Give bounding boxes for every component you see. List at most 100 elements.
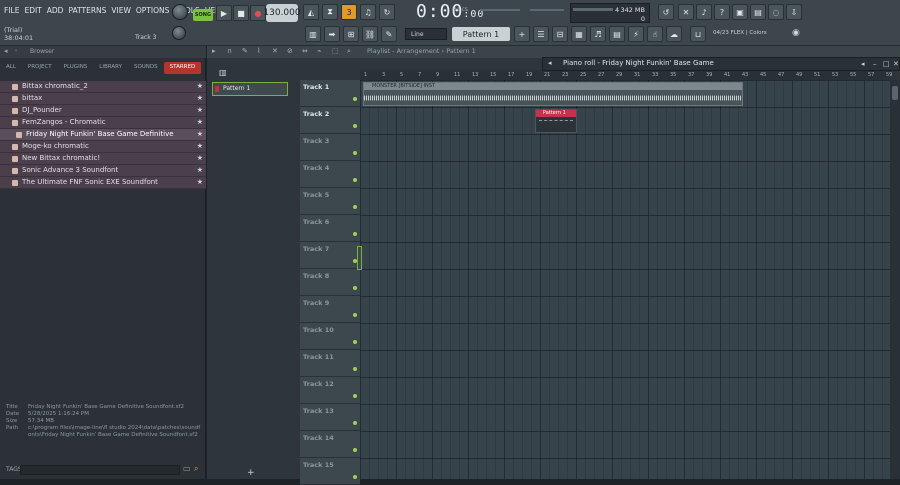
track-header[interactable]: Track 4 bbox=[300, 161, 360, 188]
tab-sounds[interactable]: SOUNDS bbox=[128, 62, 164, 74]
tab-plugins[interactable]: PLUGINS bbox=[58, 62, 94, 74]
playlist-menu-icon[interactable]: ▸ bbox=[212, 47, 216, 55]
track-enable-led[interactable] bbox=[353, 340, 357, 344]
track-header[interactable]: Track 15 bbox=[300, 458, 360, 485]
mute-icon[interactable]: ⊘ bbox=[287, 47, 293, 55]
help-button[interactable]: ? bbox=[714, 4, 730, 20]
star-icon[interactable]: ★ bbox=[197, 177, 203, 188]
wait-record-button[interactable]: ⧗ bbox=[322, 4, 338, 20]
brush-icon[interactable]: ⌇ bbox=[257, 47, 260, 55]
plugin-picker-button[interactable]: ⊞ bbox=[343, 26, 359, 42]
track-enable-led[interactable] bbox=[353, 448, 357, 452]
snap-select[interactable]: Line bbox=[405, 28, 447, 40]
list-item[interactable]: bittax ★ bbox=[0, 93, 206, 105]
song-position-slider[interactable] bbox=[480, 9, 520, 11]
browser-menu-icon[interactable]: ◂ bbox=[4, 47, 8, 55]
undo-button[interactable]: ↺ bbox=[658, 4, 674, 20]
tab-library[interactable]: LIBRARY bbox=[93, 62, 128, 74]
pattern-clip[interactable]: Pattern 1 bbox=[535, 109, 577, 133]
song-mode-button[interactable]: SONG bbox=[193, 9, 213, 21]
star-icon[interactable]: ★ bbox=[197, 165, 203, 176]
track-header[interactable]: Track 3 bbox=[300, 134, 360, 161]
track-enable-led[interactable] bbox=[353, 178, 357, 182]
menu-add[interactable]: ADD bbox=[47, 6, 64, 15]
close-icon[interactable]: ✕ bbox=[893, 60, 899, 68]
timeline-ruler[interactable]: 1 3 5 7 9 11 13 15 17 19 21 23 25 27 29 31 33 35 37 39 41 43 4… bbox=[360, 70, 892, 80]
browser-search-input[interactable] bbox=[20, 465, 180, 475]
track-header[interactable]: Track 12 bbox=[300, 377, 360, 404]
magnet-icon[interactable]: ∩ bbox=[227, 47, 232, 55]
track-enable-led[interactable] bbox=[353, 313, 357, 317]
menu-patterns[interactable]: PATTERNS bbox=[68, 6, 106, 15]
list-item[interactable]: Sonic Advance 3 Soundfont ★ bbox=[0, 165, 206, 177]
minimize-icon[interactable]: – bbox=[873, 60, 877, 68]
track-enable-led[interactable] bbox=[353, 232, 357, 236]
render-button[interactable]: ▤ bbox=[750, 4, 766, 20]
list-item[interactable]: New Bittax chromatic! ★ bbox=[0, 153, 206, 165]
tab-all[interactable]: ALL bbox=[0, 62, 22, 74]
download-button[interactable]: ⇩ bbox=[786, 4, 802, 20]
zoom-icon[interactable]: ⌕ bbox=[347, 47, 351, 56]
master-volume-knob[interactable] bbox=[172, 4, 188, 20]
loop-record-button[interactable]: ↻ bbox=[379, 4, 395, 20]
pattern-list-icon[interactable]: ▥ bbox=[219, 68, 227, 77]
add-track-button[interactable]: + bbox=[247, 468, 255, 478]
track-header[interactable]: Track 9 bbox=[300, 296, 360, 323]
touch-button[interactable]: ☝ bbox=[647, 26, 663, 42]
tempo-display[interactable]: 130.000 bbox=[263, 4, 301, 22]
audio-button[interactable]: ♬ bbox=[590, 26, 606, 42]
link-button[interactable]: ⛓ bbox=[362, 26, 378, 42]
pattern-select[interactable]: Pattern 1 bbox=[452, 27, 510, 41]
track-header[interactable]: Track 6 bbox=[300, 215, 360, 242]
shop-button[interactable]: ⊔ bbox=[690, 26, 706, 42]
list-item[interactable]: Bittax chromatic_2 ★ bbox=[0, 81, 206, 93]
countdown-button[interactable]: 3 bbox=[341, 4, 357, 20]
star-icon[interactable]: ★ bbox=[197, 93, 203, 104]
pattern-picker-item[interactable]: Pattern 1 bbox=[212, 82, 288, 96]
track-enable-led[interactable] bbox=[353, 97, 357, 101]
search-icon[interactable]: ⌕ bbox=[194, 464, 198, 474]
delete-icon[interactable]: ✕ bbox=[272, 47, 278, 55]
browser-button[interactable]: ▤ bbox=[609, 26, 625, 42]
star-icon[interactable]: ★ bbox=[197, 141, 203, 152]
pencil-icon[interactable]: ✎ bbox=[242, 47, 248, 55]
save-button[interactable]: ▣ bbox=[732, 4, 748, 20]
globe-icon[interactable]: ◉ bbox=[792, 28, 800, 38]
tab-starred[interactable]: STARRED bbox=[163, 62, 202, 74]
star-icon[interactable]: ★ bbox=[197, 81, 203, 92]
playlist-button[interactable]: ☰ bbox=[533, 26, 549, 42]
maximize-icon[interactable]: □ bbox=[883, 60, 890, 68]
master-pitch-knob[interactable] bbox=[172, 26, 186, 40]
plugin-database-button[interactable]: ⚡ bbox=[628, 26, 644, 42]
track-header[interactable]: Track 7 bbox=[300, 242, 360, 269]
select-icon[interactable]: ⬚ bbox=[332, 47, 339, 55]
star-icon[interactable]: ★ bbox=[197, 117, 203, 128]
piano-roll-button[interactable]: ▥ bbox=[305, 26, 321, 42]
folder-icon[interactable]: ▭ bbox=[183, 464, 191, 473]
track-header[interactable]: Track 5 bbox=[300, 188, 360, 215]
list-item-selected[interactable]: Friday Night Funkin' Base Game Definitiv… bbox=[0, 129, 206, 149]
step-sequencer-button[interactable]: ➡ bbox=[324, 26, 340, 42]
track-enable-led[interactable] bbox=[353, 475, 357, 479]
metronome-button[interactable]: ◭ bbox=[303, 4, 319, 20]
pitch-slider[interactable] bbox=[530, 9, 564, 11]
track-header[interactable]: Track 2 bbox=[300, 107, 360, 134]
track-enable-led[interactable] bbox=[353, 205, 357, 209]
cloud-button[interactable]: ☁ bbox=[666, 26, 682, 42]
browser-options-icon[interactable]: ◦ bbox=[14, 47, 18, 55]
track-header[interactable]: Track 8 bbox=[300, 269, 360, 296]
tools-button[interactable]: ✕ bbox=[678, 4, 694, 20]
detach-icon[interactable]: ◂ bbox=[861, 60, 865, 68]
track-enable-led[interactable] bbox=[353, 394, 357, 398]
list-item[interactable]: The Ultimate FNF Sonic EXE Soundfont ★ bbox=[0, 177, 206, 189]
star-icon[interactable]: ★ bbox=[197, 153, 203, 164]
track-header[interactable]: Track 1 bbox=[300, 80, 360, 107]
menu-options[interactable]: OPTIONS bbox=[136, 6, 170, 15]
track-header[interactable]: Track 11 bbox=[300, 350, 360, 377]
vertical-scrollbar[interactable] bbox=[890, 80, 900, 479]
add-pattern-button[interactable]: + bbox=[514, 26, 530, 42]
slice-icon[interactable]: ⌁ bbox=[317, 47, 321, 55]
menu-file[interactable]: FILE bbox=[4, 6, 19, 15]
track-enable-led[interactable] bbox=[353, 124, 357, 128]
piano-roll-menu-icon[interactable]: ◂ bbox=[548, 59, 552, 67]
